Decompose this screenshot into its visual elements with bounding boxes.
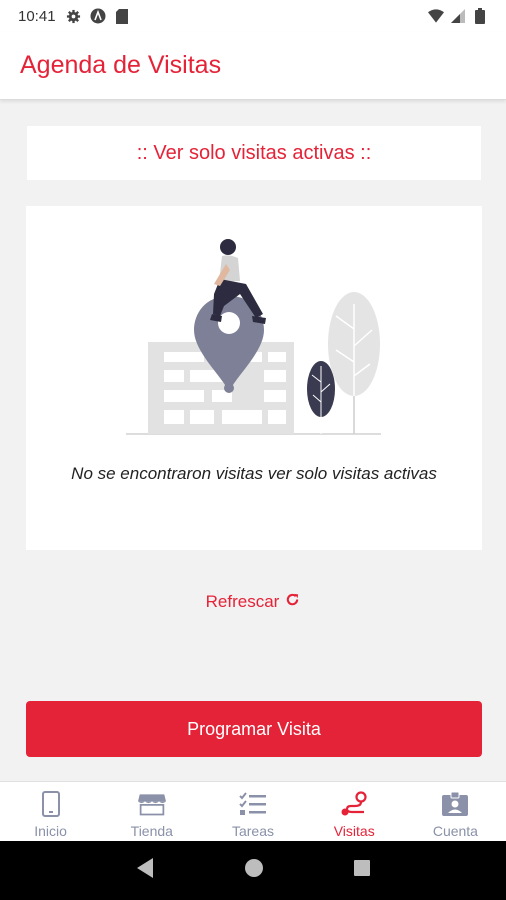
nav-label: Tareas xyxy=(231,823,275,839)
page-title: Agenda de Visitas xyxy=(20,51,222,79)
app-bar: Agenda de Visitas xyxy=(0,32,506,100)
schedule-visit-button[interactable]: Programar Visita xyxy=(26,701,482,757)
nav-label: Tienda xyxy=(130,823,173,839)
status-icons-left xyxy=(66,8,130,24)
person-on-map-pin-illustration xyxy=(126,239,381,435)
sd-card-icon xyxy=(114,8,130,24)
home-icon[interactable] xyxy=(244,858,264,883)
nav-label: Cuenta xyxy=(432,823,478,839)
recents-icon[interactable] xyxy=(353,859,371,882)
status-icons-right xyxy=(428,8,488,24)
id-badge-icon xyxy=(441,790,469,818)
status-time: 10:41 xyxy=(18,7,56,25)
nav-item-tareas[interactable]: Tareas xyxy=(202,782,303,841)
gear-icon xyxy=(66,8,82,24)
bottom-nav: Inicio Tienda Tareas Visitas Cuenta xyxy=(0,781,506,841)
route-icon xyxy=(340,790,368,818)
filter-active-visits-button[interactable]: :: Ver solo visitas activas :: xyxy=(27,126,481,180)
store-icon xyxy=(137,790,166,818)
phone-icon xyxy=(37,790,65,818)
empty-state-card: No se encontraron visitas ver solo visit… xyxy=(26,206,482,550)
nav-item-cuenta[interactable]: Cuenta xyxy=(405,782,506,841)
refresh-label: Refrescar xyxy=(205,592,280,611)
checklist-icon xyxy=(239,790,267,818)
nav-label: Visitas xyxy=(333,823,375,839)
nav-label: Inicio xyxy=(34,823,67,839)
refresh-button[interactable]: Refrescar xyxy=(0,592,506,612)
back-icon[interactable] xyxy=(135,857,155,884)
wifi-icon xyxy=(428,8,444,24)
refresh-icon xyxy=(285,592,300,612)
nav-item-inicio[interactable]: Inicio xyxy=(0,782,101,841)
empty-state-message: No se encontraron visitas ver solo visit… xyxy=(71,464,437,483)
nav-item-tienda[interactable]: Tienda xyxy=(101,782,202,841)
signal-icon xyxy=(450,8,466,24)
status-bar: 10:41 xyxy=(0,0,506,32)
app-a-icon xyxy=(90,8,106,24)
battery-icon xyxy=(472,8,488,24)
system-nav-bar xyxy=(0,841,506,900)
nav-item-visitas[interactable]: Visitas xyxy=(304,782,405,841)
